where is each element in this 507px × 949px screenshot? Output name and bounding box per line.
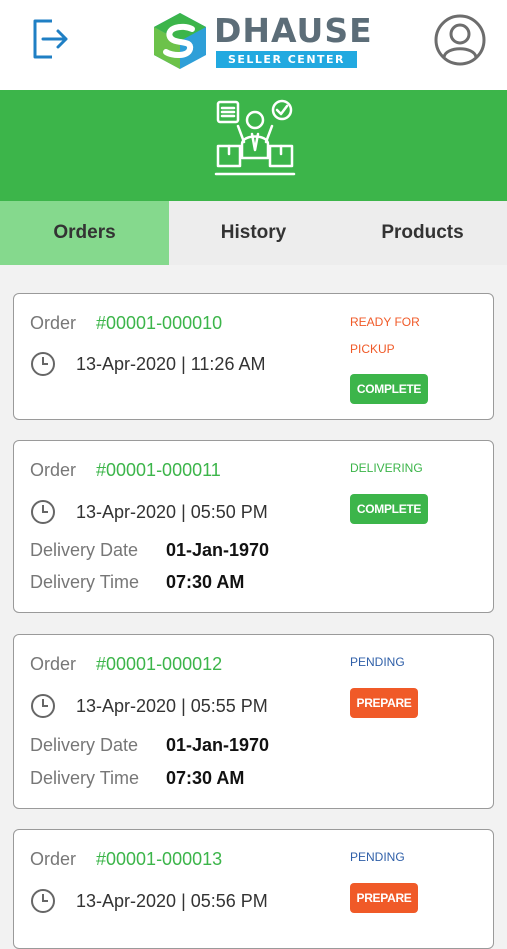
clock-icon [31,889,55,913]
order-card[interactable]: Order #00001-000011 13-Apr-2020 | 05:50 … [13,440,494,613]
prepare-button[interactable]: PREPARE [350,883,418,913]
tab-orders[interactable]: Orders [0,201,169,265]
order-number: #00001-000010 [96,313,223,333]
order-status: DELIVERING [350,461,423,475]
order-card[interactable]: Order #00001-000012 13-Apr-2020 | 05:55 … [13,634,494,809]
logo-mark-icon [154,13,206,69]
delivery-time-label: Delivery Time [30,768,140,788]
clock-icon [31,352,55,376]
logout-icon[interactable] [30,18,70,60]
order-number: #00001-000011 [96,460,221,480]
logo-name: DHAUSE [214,11,373,50]
delivery-date-value: 01-Jan-1970 [166,735,270,755]
order-card[interactable]: Order #00001-000013 13-Apr-2020 | 05:56 … [13,829,494,949]
complete-button[interactable]: COMPLETE [350,374,428,404]
order-label: Order [30,654,77,674]
delivery-time-value: 07:30 AM [166,768,245,788]
prepare-button[interactable]: PREPARE [350,688,418,718]
order-datetime: 13-Apr-2020 | 05:50 PM [76,502,268,522]
order-label: Order [30,460,77,480]
logo-subtitle: SELLER CENTER [216,51,357,68]
delivery-time-label: Delivery Time [30,572,140,592]
order-number: #00001-000012 [96,654,223,674]
order-status-line2: PICKUP [350,342,395,356]
delivery-date-value: 01-Jan-1970 [166,540,270,560]
tab-bar: Orders History Products [0,201,507,265]
header-banner [0,90,507,201]
top-bar: DHAUSE SELLER CENTER [0,0,507,90]
order-card[interactable]: Order #00001-000010 13-Apr-2020 | 11:26 … [13,293,494,420]
tab-history[interactable]: History [169,201,338,265]
clock-icon [31,500,55,524]
order-status: PENDING [350,655,405,669]
delivery-date-label: Delivery Date [30,735,139,755]
order-datetime: 13-Apr-2020 | 05:55 PM [76,696,268,716]
order-number: #00001-000013 [96,849,223,869]
order-status: READY FOR [350,315,420,329]
clock-icon [31,694,55,718]
order-status: PENDING [350,850,405,864]
order-label: Order [30,313,77,333]
user-profile-icon[interactable] [433,13,487,67]
tab-products[interactable]: Products [338,201,507,265]
complete-button[interactable]: COMPLETE [350,494,428,524]
delivery-time-value: 07:30 AM [166,572,245,592]
dhause-logo: DHAUSE SELLER CENTER [152,12,372,72]
order-label: Order [30,849,77,869]
order-datetime: 13-Apr-2020 | 11:26 AM [76,354,266,374]
order-datetime: 13-Apr-2020 | 05:56 PM [76,891,268,911]
delivery-date-label: Delivery Date [30,540,139,560]
seller-with-boxes-icon [214,99,296,176]
